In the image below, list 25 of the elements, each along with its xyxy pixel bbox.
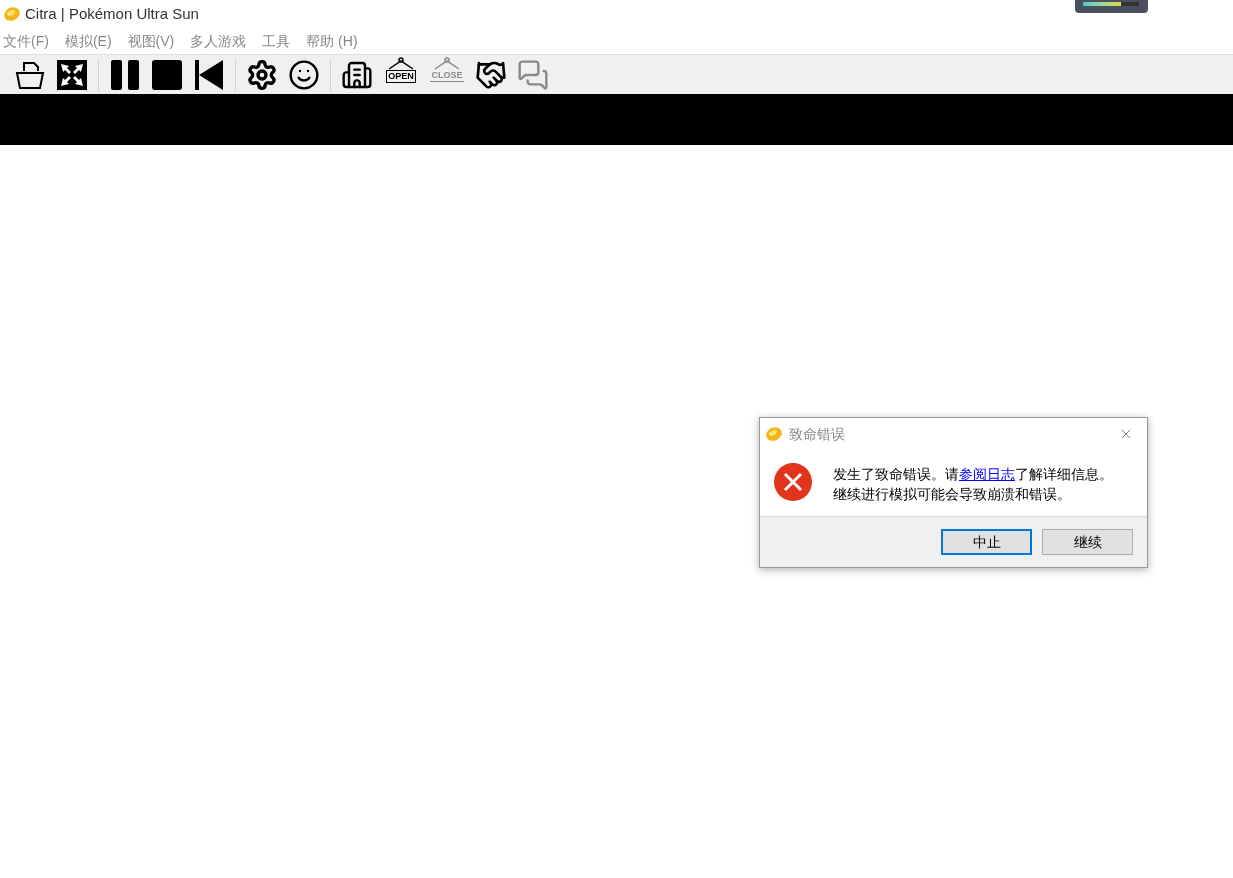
skip-back-icon[interactable] bbox=[194, 58, 224, 91]
dialog-button[interactable]: 继续 bbox=[1042, 529, 1133, 555]
expand-icon[interactable] bbox=[56, 58, 88, 91]
sign-button[interactable]: OPEN bbox=[381, 56, 421, 93]
log-link[interactable]: 参阅日志 bbox=[959, 466, 1015, 482]
dialog-button[interactable]: 中止 bbox=[941, 529, 1032, 555]
settings-icon[interactable] bbox=[246, 58, 278, 91]
dialog-title: 致命错误 bbox=[789, 424, 846, 444]
hanging-sign-icon bbox=[434, 56, 460, 70]
hanging-sign-icon bbox=[388, 56, 414, 70]
stop-icon[interactable] bbox=[151, 58, 183, 91]
window-title: Citra | Pokémon Ultra Sun bbox=[25, 3, 199, 24]
menu-item[interactable]: 视图(V) bbox=[127, 30, 175, 52]
error-message: 发生了致命错误。请参阅日志了解详细信息。 bbox=[833, 465, 1113, 484]
smiley-icon[interactable] bbox=[288, 58, 320, 91]
menu-item[interactable]: 帮助 (H) bbox=[306, 30, 358, 52]
app-logo bbox=[3, 6, 21, 22]
error-message: 继续进行模拟可能会导致崩溃和错误。 bbox=[833, 485, 1072, 504]
error-icon bbox=[773, 462, 813, 502]
app-logo bbox=[765, 426, 783, 442]
menu-item[interactable]: 工具 bbox=[262, 30, 291, 52]
menu-item[interactable]: 文件(F) bbox=[3, 30, 49, 52]
pause-icon[interactable] bbox=[109, 58, 141, 91]
menu-item[interactable]: 模拟(E) bbox=[64, 30, 112, 52]
menu-item[interactable]: 多人游戏 bbox=[190, 30, 247, 52]
